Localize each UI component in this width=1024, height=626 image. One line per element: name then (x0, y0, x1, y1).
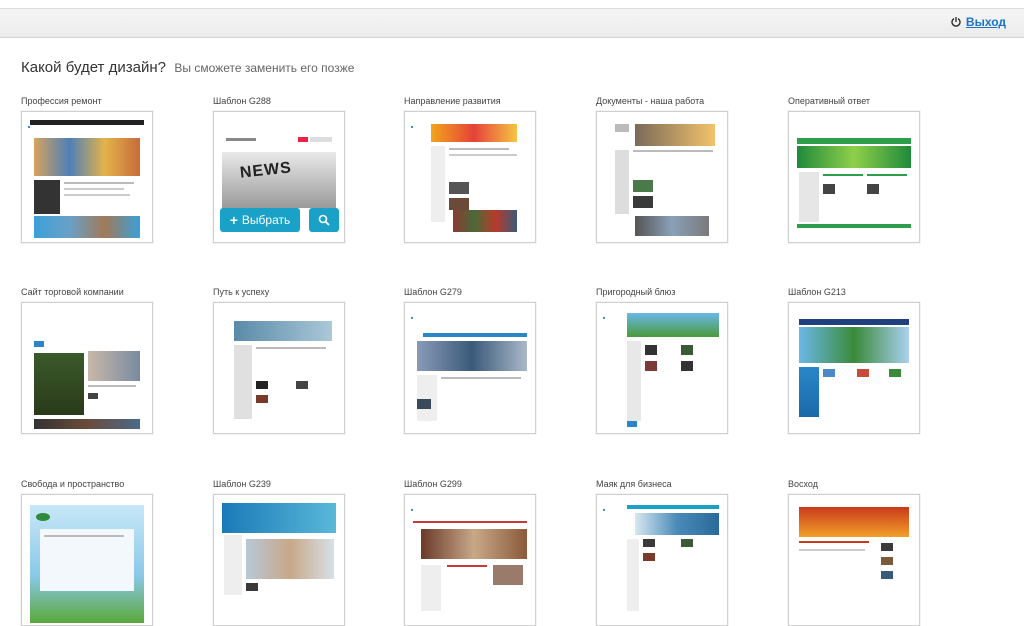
template-name: Шаблон G279 (404, 287, 462, 297)
template-name: Маяк для бизнеса (596, 479, 672, 489)
template-card[interactable]: Документы - наша работа (596, 95, 730, 243)
page-title-group: Какой будет дизайн? Вы сможете заменить … (21, 59, 354, 77)
template-name: Оперативный ответ (788, 96, 871, 106)
template-card[interactable]: Шаблон G299 (404, 478, 538, 626)
template-name: Шаблон G299 (404, 479, 462, 489)
template-name: Шаблон G213 (788, 287, 846, 297)
thumb-page (222, 311, 336, 429)
template-name: Профессия ремонт (21, 96, 102, 106)
search-icon (318, 214, 330, 226)
template-card[interactable]: Профессия ремонт (21, 95, 155, 243)
thumb-page (413, 503, 527, 621)
preview-template-button[interactable] (309, 208, 339, 232)
template-thumbnail[interactable] (21, 302, 153, 434)
template-thumbnail[interactable] (21, 494, 153, 626)
template-card[interactable]: Путь к успеху (213, 286, 347, 434)
thumb-page (605, 311, 719, 429)
select-template-button[interactable]: + Выбрать (220, 208, 300, 232)
power-icon (951, 17, 961, 27)
template-name: Документы - наша работа (596, 96, 705, 106)
template-thumbnail[interactable] (596, 494, 728, 626)
thumb-page (605, 503, 719, 621)
thumb-page (222, 503, 336, 621)
thumb-page (30, 120, 144, 238)
thumb-page (30, 503, 144, 623)
template-thumbnail[interactable] (596, 302, 728, 434)
thumb-page (797, 311, 911, 429)
template-card[interactable]: Шаблон G239 (213, 478, 347, 626)
template-card[interactable]: Направление развития (404, 95, 538, 243)
select-label: Выбрать (241, 213, 291, 227)
template-thumbnail[interactable] (213, 302, 345, 434)
thumb-page (30, 311, 144, 429)
thumb-page (797, 503, 911, 621)
page-title: Какой будет дизайн? (21, 59, 166, 76)
template-card[interactable]: Шаблон G213 (788, 286, 922, 434)
template-thumbnail[interactable] (788, 111, 920, 243)
top-bar: Выход (0, 8, 1024, 38)
top-strip (0, 0, 1024, 8)
template-card[interactable]: Оперативный ответ (788, 95, 922, 243)
template-thumbnail[interactable] (213, 494, 345, 626)
page-subtitle: Вы сможете заменить его позже (174, 61, 355, 75)
template-thumbnail[interactable] (596, 111, 728, 243)
thumb-page (797, 120, 911, 238)
template-thumbnail[interactable] (788, 302, 920, 434)
template-name: Шаблон G288 (213, 96, 271, 106)
template-card[interactable]: Восход (788, 478, 922, 626)
template-name: Шаблон G239 (213, 479, 271, 489)
plus-icon: + (229, 212, 238, 228)
logout-link-group[interactable]: Выход (950, 15, 1006, 29)
template-card[interactable]: Шаблон G279 (404, 286, 538, 434)
thumb-page (413, 120, 527, 238)
template-thumbnail[interactable] (404, 302, 536, 434)
template-name: Путь к успеху (213, 287, 270, 297)
template-name: Сайт торговой компании (21, 287, 124, 297)
template-name: Свобода и пространство (21, 479, 125, 489)
template-card[interactable]: Сайт торговой компании (21, 286, 155, 434)
template-thumbnail[interactable] (404, 494, 536, 626)
logout-link[interactable]: Выход (966, 15, 1006, 29)
template-thumbnail[interactable] (21, 111, 153, 243)
template-card[interactable]: Пригородный блюз (596, 286, 730, 434)
template-card[interactable]: Маяк для бизнеса (596, 478, 730, 626)
template-thumbnail[interactable] (404, 111, 536, 243)
template-card[interactable]: Свобода и пространство (21, 478, 155, 626)
template-name: Пригородный блюз (596, 287, 676, 297)
thumb-page (413, 311, 527, 429)
template-name: Восход (788, 479, 818, 489)
template-thumbnail[interactable] (788, 494, 920, 626)
thumb-page (605, 120, 719, 238)
template-name: Направление развития (404, 96, 501, 106)
